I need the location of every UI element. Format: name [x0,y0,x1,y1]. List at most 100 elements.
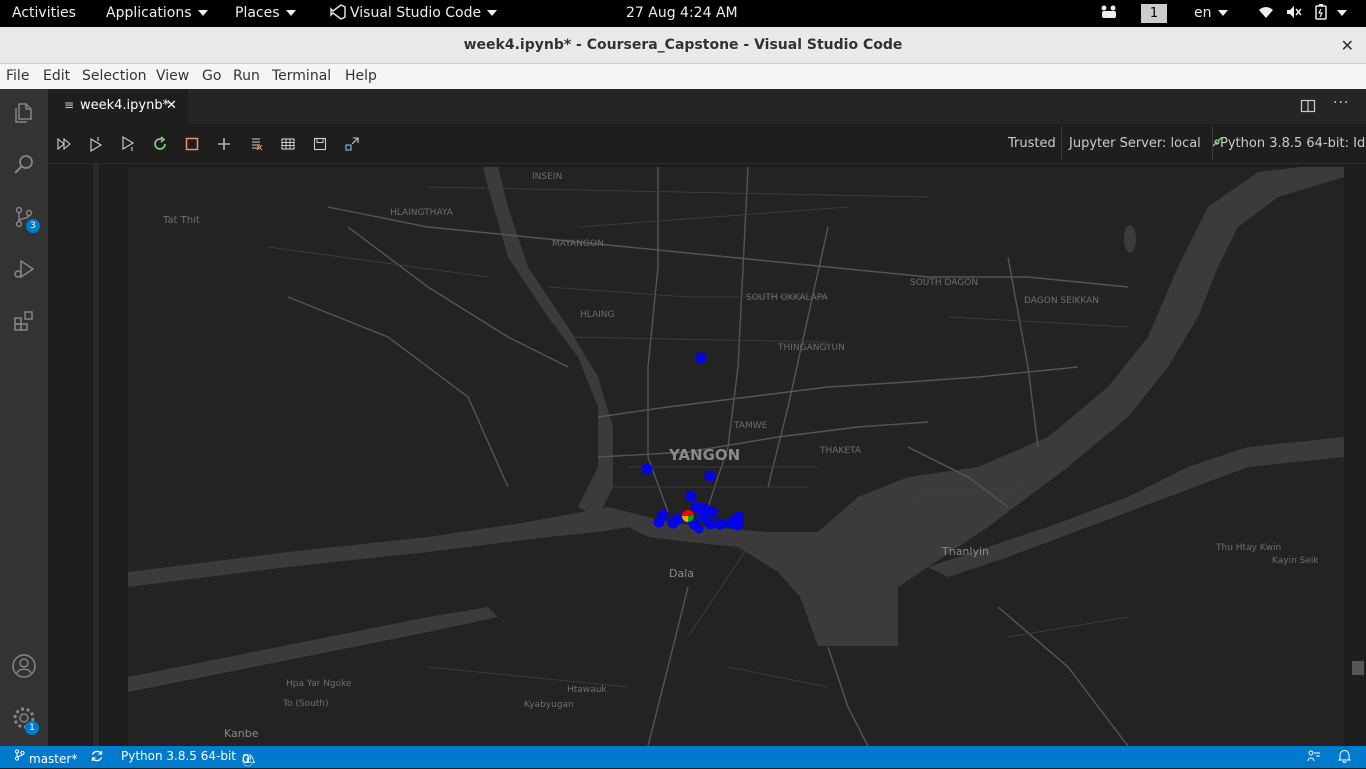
map-marker [714,518,726,530]
chevron-down-icon [487,10,498,16]
window-title-bar: week4.ipynb* - Coursera_Capstone - Visua… [0,27,1366,64]
vscode-logo-icon [330,4,346,20]
variables-icon[interactable] [280,136,296,152]
kernel-status[interactable]: Python 3.8.5 64-bit: Idle [1220,136,1366,151]
menu-file[interactable]: File [6,68,29,84]
map-marker [699,503,711,515]
jupyter-server-status[interactable]: Jupyter Server: local [1069,136,1223,151]
scrollbar-thumb[interactable] [1352,661,1364,675]
extensions-icon[interactable] [0,297,48,345]
status-bar: master* Python 3.8.5 64-bit ⓧ 0 ⚠ 0 [0,746,1366,768]
menu-go[interactable]: Go [202,68,221,84]
map-marker [704,518,716,530]
clock[interactable]: 27 Aug 4:24 AM [626,0,738,27]
label-tamwe: TAMWE [733,421,768,431]
menu-edit[interactable]: Edit [43,68,70,84]
applications-menu[interactable]: Applications [106,0,208,27]
editor-tab-bar: ≡ week4.ipynb* ✕ ··· [48,89,1366,124]
label-hpa-yar-ngoke: Hpa Yar Ngoke [286,679,352,689]
workspace-indicator[interactable]: 1 [1141,4,1167,23]
chevron-down-icon [1337,10,1348,16]
run-debug-icon[interactable] [0,245,48,293]
interrupt-kernel-icon[interactable] [184,136,200,152]
label-kanbe: Kanbe [224,727,259,740]
map-marker [685,490,697,502]
run-below-icon[interactable] [120,136,136,152]
label-kayin-seik: Kayin Seik [1272,556,1319,566]
chevron-down-icon [285,10,296,16]
map-marker [641,463,653,475]
chevron-down-icon [197,10,208,16]
folium-map[interactable]: INSEIN Tat Thit HLAINGTHAYA MAYANGON HLA… [128,167,1344,746]
label-south-dagon: SOUTH DAGON [910,278,978,288]
chevron-down-icon [1217,10,1228,16]
menu-bar: File Edit Selection View Go Run Terminal… [0,64,1366,89]
menu-help[interactable]: Help [345,68,377,84]
python-interpreter[interactable]: Python 3.8.5 64-bit [121,749,236,763]
map-marker [672,513,684,525]
places-menu[interactable]: Places [235,0,296,27]
split-editor-icon[interactable] [1300,98,1316,118]
menu-terminal[interactable]: Terminal [272,68,331,84]
tab-week4-ipynb[interactable]: ≡ week4.ipynb* ✕ [48,89,188,124]
account-icon[interactable] [0,642,48,690]
app-name-label: Visual Studio Code [350,5,482,21]
wifi-icon [1259,7,1273,18]
restart-kernel-icon[interactable] [152,136,168,152]
volume-muted-icon [1287,6,1303,18]
save-icon[interactable] [312,136,328,152]
notebook-toolbar: Trusted Jupyter Server: local Python 3.8… [48,124,1366,164]
system-tray[interactable] [1258,0,1348,27]
places-label: Places [235,5,280,21]
map-marker [653,516,665,528]
branch-status[interactable]: master* [14,749,77,766]
toolbar-divider [1212,126,1213,160]
settings-gear-icon[interactable]: 1 [0,694,48,742]
label-south-okkalapa: SOUTH OKKALAPA [746,293,829,303]
map-marker [704,470,716,482]
close-window-button[interactable]: ✕ [1341,27,1354,64]
branch-label: master* [29,752,78,766]
export-icon[interactable] [344,136,360,152]
map-marker [732,519,744,531]
menu-run[interactable]: Run [233,68,260,84]
source-control-icon[interactable]: 3 [0,193,48,241]
label-mayangon: MAYANGON [552,239,604,249]
label-kyabyugan: Kyabyugan [524,700,574,710]
activities-button[interactable]: Activities [12,0,76,27]
app-menu[interactable]: Visual Studio Code [330,0,498,27]
explorer-icon[interactable] [0,89,48,137]
cluster-marker[interactable] [682,510,694,522]
menu-selection[interactable]: Selection [82,68,147,84]
more-actions-icon[interactable]: ··· [1333,95,1349,111]
notifications-bell-icon[interactable] [1337,749,1352,764]
tab-label: week4.ipynb* [80,98,170,113]
notebook-file-icon: ≡ [64,98,75,112]
search-icon[interactable] [0,140,48,188]
sync-icon[interactable] [90,749,104,764]
cell-gutter [93,164,99,746]
label-hlaingthaya: HLAINGTHAYA [390,208,454,218]
toolbar-divider [1061,126,1062,160]
menu-view[interactable]: View [156,68,189,84]
clear-outputs-icon[interactable] [248,136,264,152]
label-thingangyun: THINGANGYUN [777,343,845,353]
label-hlaing: HLAING [580,310,615,320]
media-icon[interactable] [1100,0,1118,27]
label-tat-thit: Tat Thit [162,215,200,226]
map-marker [690,501,702,513]
add-cell-icon[interactable] [216,136,232,152]
window-title: week4.ipynb* - Coursera_Capstone - Visua… [463,37,903,53]
jupyter-server-label: Jupyter Server: local [1069,136,1201,151]
run-all-icon[interactable] [56,136,72,152]
tab-close-button[interactable]: ✕ [166,98,177,113]
warning-count: 0 [242,752,250,766]
language-menu[interactable]: en [1194,0,1228,27]
run-above-icon[interactable] [88,136,104,152]
battery-icon [1315,4,1327,20]
map-marker [694,524,704,534]
language-label: en [1194,5,1212,21]
trusted-label[interactable]: Trusted [1008,136,1056,151]
settings-badge: 1 [25,721,39,735]
feedback-icon[interactable] [1307,749,1321,764]
